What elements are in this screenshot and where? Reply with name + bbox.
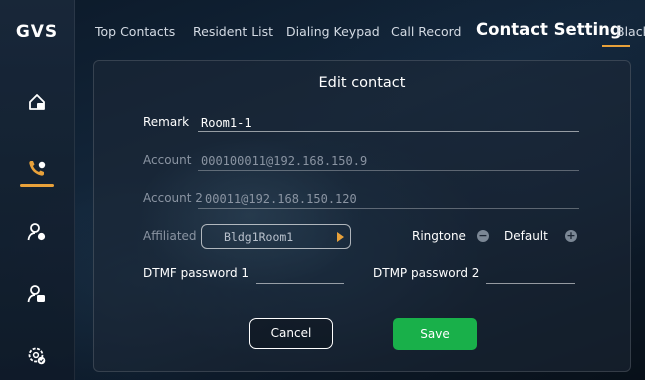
- tab-dialing-keypad[interactable]: Dialing Keypad: [286, 24, 380, 39]
- remark-label: Remark: [143, 115, 190, 129]
- dtmf-password-2-label: DTMP password 2: [373, 266, 480, 280]
- tab-contact-setting[interactable]: Contact Setting: [476, 20, 622, 39]
- account2-label: Account 2: [143, 191, 203, 205]
- gvs-logo: GVS: [15, 22, 59, 42]
- affiliated-value: Bldg1Room1: [224, 230, 294, 244]
- gear-check-icon: [28, 347, 46, 365]
- remark-field[interactable]: Room1-1: [201, 116, 252, 130]
- remark-underline: [198, 131, 579, 132]
- sidebar-item-residents[interactable]: [0, 210, 74, 254]
- tab-resident-list[interactable]: Resident List: [193, 24, 273, 39]
- dtmf-password-2-field[interactable]: [487, 266, 573, 281]
- person-record-icon: [27, 285, 45, 303]
- sidebar-item-settings[interactable]: [0, 334, 74, 378]
- dtmf-password-1-underline: [256, 283, 344, 284]
- account2-underline: [198, 208, 579, 209]
- account-field: 000100011@192.168.150.9: [201, 154, 368, 168]
- affiliated-label: Affiliated: [143, 229, 197, 243]
- phone-icon: [29, 161, 46, 176]
- sidebar: GVS: [0, 0, 75, 380]
- ringtone-value: Default: [504, 229, 548, 243]
- ringtone-minus-button[interactable]: −: [477, 230, 489, 242]
- ringtone-plus-button[interactable]: +: [565, 230, 577, 242]
- cancel-button[interactable]: Cancel: [249, 318, 333, 349]
- top-navigation: Top Contacts Resident List Dialing Keypa…: [74, 0, 645, 60]
- account2-field: 00011@192.168.150.120: [205, 192, 357, 206]
- edit-contact-dialog: Edit contact Remark Room1-1 Account 0001…: [93, 60, 631, 372]
- affiliated-select[interactable]: Bldg1Room1: [201, 224, 351, 249]
- sidebar-item-contacts[interactable]: [0, 146, 74, 190]
- tab-top-contacts[interactable]: Top Contacts: [95, 24, 175, 39]
- dtmf-password-2-underline: [486, 283, 575, 284]
- arrow-right-icon: [337, 232, 344, 242]
- active-tab-indicator: [602, 45, 630, 47]
- tab-call-record[interactable]: Call Record: [391, 24, 462, 39]
- dtmf-password-1-label: DTMF password 1: [143, 266, 250, 280]
- account-underline: [198, 170, 579, 171]
- save-button[interactable]: Save: [393, 318, 477, 350]
- account-label: Account: [143, 153, 192, 167]
- person-settings-icon: [27, 223, 46, 241]
- dialog-title: Edit contact: [318, 75, 406, 91]
- home-lock-icon: [29, 94, 45, 110]
- sidebar-item-home[interactable]: [0, 80, 74, 124]
- sidebar-item-records[interactable]: [0, 272, 74, 316]
- dtmf-password-1-field[interactable]: [257, 266, 343, 281]
- tab-black[interactable]: Black: [616, 24, 645, 39]
- ringtone-label: Ringtone: [412, 229, 466, 243]
